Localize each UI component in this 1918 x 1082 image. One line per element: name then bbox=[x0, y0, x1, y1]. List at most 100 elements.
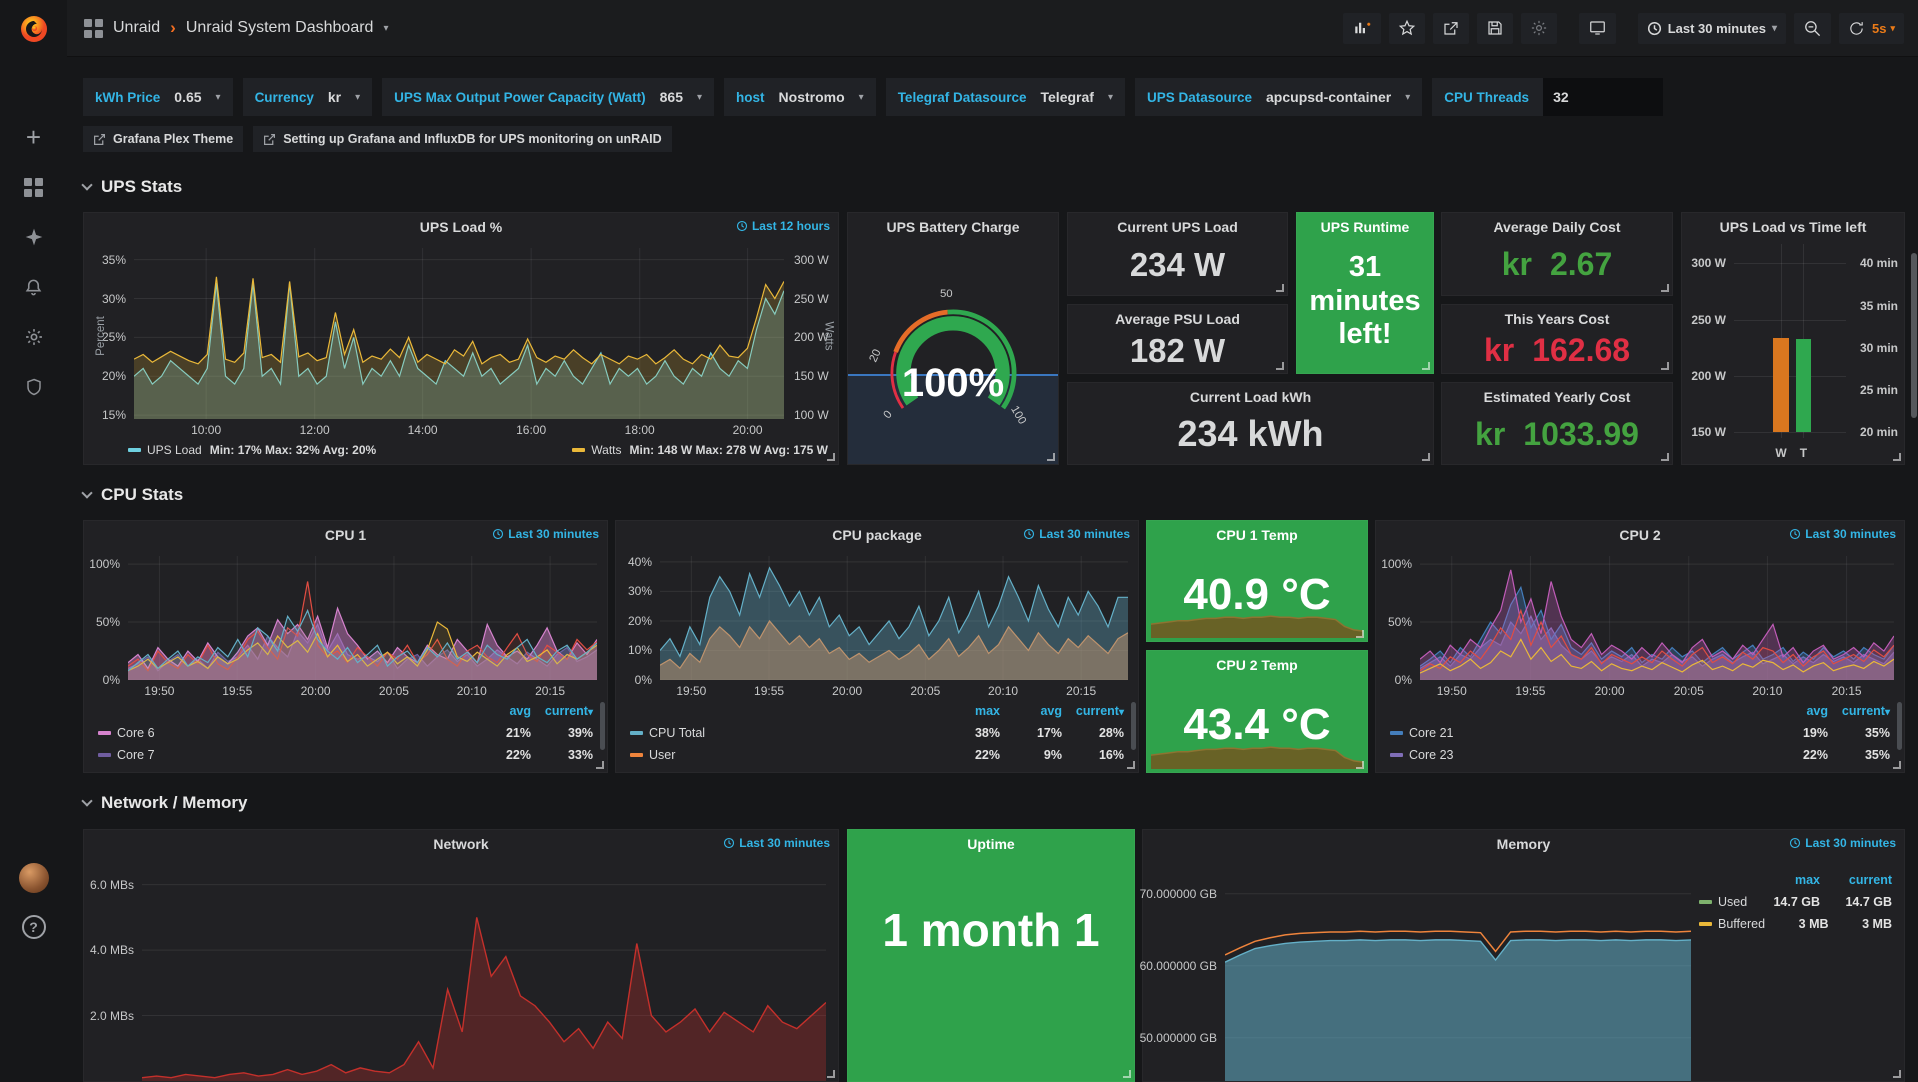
legend-header-avg[interactable]: avg bbox=[469, 704, 531, 718]
variable-ups-datasource[interactable]: UPS Datasource apcupsd-container ▾ bbox=[1135, 78, 1422, 116]
x-tick-label: 16:00 bbox=[516, 423, 546, 437]
panel-title[interactable]: This Years Cost bbox=[1505, 311, 1610, 327]
panel-time-range[interactable]: Last 12 hours bbox=[736, 219, 830, 233]
y-tick-label: 20% bbox=[102, 369, 126, 383]
tv-mode-button[interactable] bbox=[1579, 13, 1616, 44]
variable-ups-max-output[interactable]: UPS Max Output Power Capacity (Watt) 865… bbox=[382, 78, 714, 116]
panel-title[interactable]: Average Daily Cost bbox=[1493, 219, 1620, 235]
section-cpu-stats[interactable]: CPU Stats bbox=[83, 485, 183, 505]
link-ups-monitoring-guide[interactable]: Setting up Grafana and InfluxDB for UPS … bbox=[253, 126, 671, 152]
network-chart[interactable]: 6.0 MBs4.0 MBs2.0 MBs bbox=[84, 857, 838, 1081]
panel-time-range[interactable]: Last 30 minutes bbox=[723, 836, 830, 850]
panel-time-range[interactable]: Last 30 minutes bbox=[1789, 527, 1896, 541]
page-scrollbar-thumb[interactable] bbox=[1911, 253, 1917, 418]
legend-header-current[interactable]: current▾ bbox=[1828, 704, 1890, 718]
bar-W[interactable] bbox=[1773, 338, 1789, 433]
sidebar-alerting-button[interactable] bbox=[0, 264, 67, 310]
star-dashboard-button[interactable] bbox=[1389, 13, 1425, 44]
dashboard-settings-button[interactable] bbox=[1521, 13, 1557, 44]
legend-row[interactable]: Core 21 19% 35% bbox=[1390, 722, 1890, 744]
ups-bar-chart[interactable]: WT300 W250 W200 W150 W40 min35 min30 min… bbox=[1682, 240, 1904, 464]
panel-title[interactable]: CPU package bbox=[832, 527, 921, 543]
dashboard-links: Grafana Plex Theme Setting up Grafana an… bbox=[83, 126, 672, 152]
memory-chart[interactable]: 70.000000 GB60.000000 GB50.000000 GB bbox=[1143, 857, 1699, 1081]
stat-value: 1 month 1 bbox=[882, 857, 1099, 1081]
legend-row[interactable]: Core 7 22% 33% bbox=[98, 744, 593, 766]
y-tick-label: 15% bbox=[102, 408, 126, 422]
legend-scrollbar[interactable] bbox=[1897, 702, 1902, 750]
sidebar-configuration-button[interactable] bbox=[0, 314, 67, 360]
variable-currency[interactable]: Currency kr ▾ bbox=[243, 78, 373, 116]
panel-title[interactable]: UPS Battery Charge bbox=[886, 219, 1019, 235]
link-grafana-plex-theme[interactable]: Grafana Plex Theme bbox=[83, 126, 243, 152]
section-ups-stats[interactable]: UPS Stats bbox=[83, 177, 182, 197]
x-tick-label: 20:05 bbox=[1674, 684, 1704, 698]
panel-title[interactable]: Current Load kWh bbox=[1190, 389, 1311, 405]
panel-title[interactable]: UPS Load % bbox=[420, 219, 502, 235]
legend-series-name[interactable]: UPS Load bbox=[147, 443, 202, 457]
variable-telegraf-datasource[interactable]: Telegraf Datasource Telegraf ▾ bbox=[886, 78, 1125, 116]
cpu-package-chart[interactable]: 40%30%20%10%0%19:5019:5520:0020:0520:102… bbox=[616, 548, 1138, 700]
breadcrumb-folder[interactable]: Unraid bbox=[113, 19, 160, 37]
ups-load-chart[interactable]: 35%30%25%20%15%300 W250 W200 W150 W100 W… bbox=[84, 240, 838, 439]
y-tick-label: 300 W bbox=[794, 253, 829, 267]
legend-row[interactable]: User 22% 9% 16% bbox=[630, 744, 1124, 766]
battery-gauge[interactable]: 02050100100% bbox=[848, 240, 1058, 464]
cpu-threads-input[interactable]: 32 bbox=[1543, 78, 1663, 116]
help-button[interactable]: ? bbox=[22, 915, 46, 939]
stat-value: 31 minutes left! bbox=[1297, 240, 1433, 373]
legend-row[interactable]: Used 14.7 GB 14.7 GB bbox=[1699, 891, 1892, 913]
variable-kwh-price[interactable]: kWh Price 0.65 ▾ bbox=[83, 78, 233, 116]
panel-title[interactable]: Memory bbox=[1497, 836, 1551, 852]
legend-row[interactable]: CPU Total 38% 17% 28% bbox=[630, 722, 1124, 744]
legend-scrollbar[interactable] bbox=[1131, 702, 1136, 750]
legend-header-current[interactable]: current▾ bbox=[1062, 704, 1124, 718]
time-range-picker[interactable]: Last 30 minutes ▾ bbox=[1638, 13, 1786, 44]
panel-time-range[interactable]: Last 30 minutes bbox=[1023, 527, 1130, 541]
legend-series-name[interactable]: Watts bbox=[591, 443, 621, 457]
grafana-logo[interactable] bbox=[0, 0, 67, 58]
legend-header-avg[interactable]: avg bbox=[1000, 704, 1062, 718]
zoom-out-button[interactable] bbox=[1794, 13, 1831, 44]
panel-cpu1-temp: CPU 1 Temp 40.9 °C bbox=[1146, 520, 1368, 642]
panel-title[interactable]: Uptime bbox=[967, 836, 1014, 852]
user-avatar[interactable] bbox=[19, 863, 49, 893]
sidebar-create-button[interactable]: + bbox=[0, 114, 67, 160]
panel-title[interactable]: Average PSU Load bbox=[1115, 311, 1240, 327]
legend-header-max[interactable]: max bbox=[938, 704, 1000, 718]
panel-title[interactable]: UPS Runtime bbox=[1321, 219, 1410, 235]
legend-row[interactable]: Buffered 3 MB 3 MB bbox=[1699, 913, 1892, 935]
page-title[interactable]: Unraid System Dashboard bbox=[186, 19, 374, 37]
panel-title[interactable]: CPU 2 Temp bbox=[1216, 657, 1297, 673]
legend-header-avg[interactable]: avg bbox=[1766, 704, 1828, 718]
panel-title[interactable]: CPU 1 Temp bbox=[1216, 527, 1297, 543]
legend-header-max[interactable]: max bbox=[1748, 873, 1820, 887]
sidebar-dashboards-button[interactable] bbox=[0, 164, 67, 210]
cpu2-chart[interactable]: 100%50%0%19:5019:5520:0020:0520:1020:15 bbox=[1376, 548, 1904, 700]
panel-title[interactable]: Network bbox=[433, 836, 488, 852]
legend-header-current[interactable]: current▾ bbox=[531, 704, 593, 718]
panel-time-range[interactable]: Last 30 minutes bbox=[492, 527, 599, 541]
legend-scrollbar[interactable] bbox=[600, 702, 605, 750]
cpu1-chart[interactable]: 100%50%0%19:5019:5520:0020:0520:1020:15 bbox=[84, 548, 607, 700]
panel-title[interactable]: UPS Load vs Time left bbox=[1720, 219, 1867, 235]
legend-row[interactable]: Core 6 21% 39% bbox=[98, 722, 593, 744]
refresh-picker[interactable]: 5s ▾ bbox=[1839, 13, 1904, 44]
variable-host[interactable]: host Nostromo ▾ bbox=[724, 78, 876, 116]
panel-time-range[interactable]: Last 30 minutes bbox=[1789, 836, 1896, 850]
legend-row[interactable]: Core 23 22% 35% bbox=[1390, 744, 1890, 766]
bar-T[interactable] bbox=[1796, 339, 1812, 432]
sidebar-explore-button[interactable] bbox=[0, 214, 67, 260]
section-network-memory[interactable]: Network / Memory bbox=[83, 793, 247, 813]
sidebar-admin-button[interactable] bbox=[0, 364, 67, 410]
legend-header-current[interactable]: current bbox=[1820, 873, 1892, 887]
add-panel-button[interactable] bbox=[1343, 13, 1381, 44]
panel-title[interactable]: CPU 2 bbox=[1619, 527, 1660, 543]
panel-title[interactable]: Estimated Yearly Cost bbox=[1484, 389, 1631, 405]
title-caret-icon[interactable]: ▾ bbox=[383, 23, 388, 34]
legend-series-stats: Min: 148 W Max: 278 W Avg: 175 W bbox=[630, 443, 829, 457]
panel-title[interactable]: CPU 1 bbox=[325, 527, 366, 543]
share-dashboard-button[interactable] bbox=[1433, 13, 1469, 44]
panel-title[interactable]: Current UPS Load bbox=[1117, 219, 1238, 235]
save-dashboard-button[interactable] bbox=[1477, 13, 1513, 44]
